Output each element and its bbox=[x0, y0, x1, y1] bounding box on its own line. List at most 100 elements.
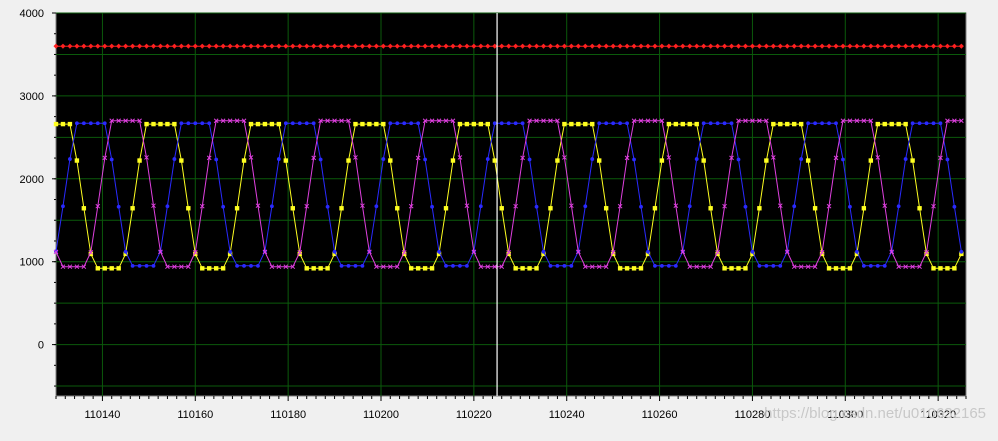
series-point bbox=[680, 121, 685, 127]
series-point bbox=[325, 204, 330, 209]
series-point bbox=[861, 263, 866, 268]
series-point bbox=[764, 158, 769, 163]
series-point bbox=[931, 266, 936, 271]
series-point bbox=[443, 206, 449, 211]
series-point bbox=[771, 121, 776, 127]
series-point bbox=[214, 157, 219, 162]
series-point bbox=[374, 204, 379, 209]
series-point bbox=[562, 263, 567, 268]
series-point bbox=[617, 266, 623, 271]
series-point bbox=[67, 121, 73, 127]
series-point bbox=[805, 158, 811, 163]
series-point bbox=[430, 204, 434, 209]
series-point bbox=[541, 249, 546, 254]
series-point bbox=[422, 266, 428, 271]
series-point bbox=[827, 121, 831, 126]
series-point bbox=[597, 121, 602, 126]
series-point bbox=[130, 263, 135, 268]
x-tick-label: 110220 bbox=[456, 409, 492, 421]
series-point bbox=[701, 121, 706, 126]
series-point bbox=[666, 263, 671, 268]
series-point bbox=[68, 157, 72, 161]
series-point bbox=[283, 121, 288, 126]
series-point bbox=[938, 121, 943, 126]
series-point bbox=[631, 266, 637, 271]
series-point bbox=[527, 157, 532, 162]
series-point bbox=[798, 121, 804, 127]
series-point bbox=[478, 121, 484, 127]
series-point bbox=[137, 263, 142, 268]
x-tick-label: 110160 bbox=[177, 409, 213, 421]
series-point bbox=[792, 121, 797, 127]
series-point bbox=[750, 249, 755, 254]
series-point bbox=[861, 206, 867, 211]
series-point bbox=[743, 204, 748, 209]
series-point bbox=[423, 157, 428, 162]
series-point bbox=[534, 204, 539, 209]
series-point bbox=[88, 121, 93, 126]
series-point bbox=[395, 121, 400, 126]
series-point bbox=[290, 206, 295, 211]
series-point bbox=[102, 266, 107, 271]
series-point bbox=[311, 121, 316, 126]
series-point bbox=[402, 121, 407, 126]
series-point bbox=[646, 249, 650, 254]
series-point bbox=[444, 263, 448, 268]
series-point bbox=[945, 266, 950, 271]
series-point bbox=[228, 249, 233, 254]
series-point bbox=[74, 158, 80, 163]
series-point bbox=[708, 206, 713, 211]
series-point bbox=[276, 121, 282, 127]
series-point bbox=[116, 266, 121, 271]
series-point bbox=[186, 121, 191, 126]
series-point bbox=[179, 158, 184, 163]
series-point bbox=[673, 121, 679, 127]
series-point bbox=[249, 263, 253, 268]
series-point bbox=[652, 206, 658, 211]
series-point bbox=[743, 266, 748, 271]
series-point bbox=[200, 121, 205, 126]
series-point bbox=[144, 121, 149, 127]
series-point bbox=[603, 206, 609, 211]
series-point bbox=[200, 266, 205, 271]
series-point bbox=[262, 121, 268, 127]
series-point bbox=[659, 158, 665, 163]
series-point bbox=[778, 263, 783, 268]
series-point bbox=[952, 266, 957, 271]
x-tick-label: 110200 bbox=[363, 409, 399, 421]
series-point bbox=[429, 266, 435, 271]
series-point bbox=[848, 204, 852, 209]
x-tick-label: 110180 bbox=[270, 409, 306, 421]
series-point bbox=[137, 158, 142, 163]
series-point bbox=[60, 121, 66, 127]
series-point bbox=[583, 204, 588, 209]
series-point bbox=[729, 266, 734, 271]
series-point bbox=[95, 266, 100, 271]
series-point bbox=[179, 121, 184, 126]
series-point bbox=[81, 121, 86, 126]
series-point bbox=[896, 121, 901, 127]
series-point bbox=[701, 158, 706, 163]
series-point bbox=[464, 121, 470, 127]
series-point bbox=[757, 206, 762, 211]
series-point bbox=[311, 266, 316, 271]
series-point bbox=[151, 121, 156, 127]
series-point bbox=[325, 266, 330, 271]
series-point bbox=[875, 121, 880, 127]
chart-window: 0 1000 2000 3000 4000 110140 110160 110180 11020… bbox=[0, 0, 998, 436]
series-point bbox=[513, 266, 518, 271]
x-tick-label: 110260 bbox=[642, 409, 678, 421]
series-point bbox=[882, 121, 887, 127]
series-point bbox=[653, 263, 657, 268]
series-point bbox=[269, 121, 275, 127]
series-point bbox=[945, 157, 950, 162]
series-point bbox=[632, 157, 636, 162]
series-point bbox=[548, 206, 553, 211]
series-point bbox=[687, 121, 692, 127]
series-point bbox=[785, 121, 790, 127]
series-point bbox=[694, 157, 699, 161]
series-point bbox=[520, 266, 525, 271]
series-point bbox=[597, 158, 602, 163]
series-point bbox=[938, 266, 943, 271]
series-point bbox=[207, 121, 212, 126]
